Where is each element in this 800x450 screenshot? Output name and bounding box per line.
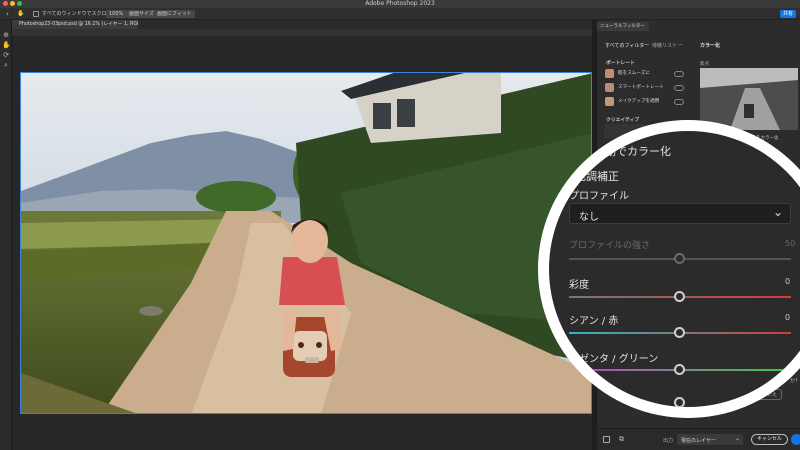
saturation-value: 0 bbox=[785, 277, 791, 286]
filter-toggle[interactable] bbox=[674, 85, 684, 91]
magenta-green-label: マゼンタ / グリーン bbox=[569, 354, 659, 365]
tab-neural-filters[interactable]: ニューラルフィルター bbox=[597, 22, 649, 31]
before-after-icon[interactable] bbox=[603, 436, 610, 443]
filter-item-smooth-skin[interactable]: 肌をスムーズに bbox=[604, 67, 686, 80]
hand-tool-icon[interactable]: ✋ bbox=[17, 10, 24, 18]
layers-icon[interactable]: ⧉ bbox=[619, 435, 624, 444]
profile-value: なし bbox=[579, 212, 599, 223]
app-title: Adobe Photoshop 2023 bbox=[365, 0, 435, 7]
section-color-adjust: 色調補正 bbox=[575, 170, 619, 183]
scroll-all-checkbox[interactable] bbox=[33, 11, 39, 17]
filter-item-makeup[interactable]: メイクアップを適用 bbox=[604, 95, 686, 108]
section-portrait: ポートレート bbox=[606, 61, 635, 66]
profile-strength-value: 50 bbox=[785, 239, 796, 248]
zoom-100-button[interactable]: 100% bbox=[106, 10, 127, 18]
colorize-title: カラー化 bbox=[700, 43, 721, 49]
preview-label: 焦点 bbox=[700, 62, 709, 67]
smooth-skin-thumb bbox=[605, 69, 614, 78]
magenta-green-knob[interactable] bbox=[674, 364, 685, 375]
title-bar: Adobe Photoshop 2023 bbox=[0, 0, 800, 8]
output-select[interactable]: 現在のレイヤー ⌄ bbox=[677, 434, 743, 445]
auto-colorize-text: を自動でカラー化 bbox=[583, 145, 671, 158]
home-icon[interactable]: ‹ bbox=[6, 10, 9, 18]
filter-toggle[interactable] bbox=[674, 99, 684, 105]
section-collapse-icon[interactable]: ⌄ bbox=[557, 171, 565, 182]
ok-button[interactable] bbox=[791, 434, 800, 445]
tab-all-filters[interactable]: すべてのフィルター bbox=[605, 42, 649, 49]
zoom-tool-icon[interactable]: ⌕ bbox=[2, 61, 10, 69]
hand-tool-icon[interactable]: ✋ bbox=[2, 41, 11, 49]
preview-thumbnail[interactable] bbox=[700, 68, 798, 130]
fill-screen-button[interactable]: 画面にフィット bbox=[154, 10, 195, 18]
cyan-red-label: シアン / 赤 bbox=[569, 316, 619, 327]
preview-image bbox=[700, 68, 798, 130]
document-tab[interactable]: Photoshop23-03psd.psd @ 16.1% (レイヤー 1, R… bbox=[12, 20, 138, 29]
smart-portrait-thumb bbox=[605, 83, 614, 92]
makeup-thumb bbox=[605, 97, 614, 106]
rotate-view-icon[interactable]: ⟳ bbox=[2, 51, 10, 59]
cancel-button[interactable]: キャンセル bbox=[751, 434, 789, 445]
move-tool-icon[interactable]: ⊕ bbox=[2, 31, 10, 39]
horizontal-ruler bbox=[12, 29, 592, 37]
filter-toggle[interactable] bbox=[674, 71, 684, 77]
fit-screen-button[interactable]: 画面サイズ bbox=[126, 10, 157, 18]
saturation-knob[interactable] bbox=[674, 291, 685, 302]
cyan-red-value: 0 bbox=[785, 313, 791, 322]
tab-waitlist[interactable]: 待機リスト bbox=[652, 42, 677, 49]
next-slider-knob[interactable] bbox=[674, 397, 685, 407]
filter-item-label: スマートポートレート bbox=[618, 85, 664, 90]
filter-item-smart-portrait[interactable]: スマートポートレート bbox=[604, 81, 686, 94]
document-image[interactable] bbox=[20, 72, 592, 414]
document-tab-bar: Photoshop23-03psd.psd @ 16.1% (レイヤー 1, R… bbox=[12, 20, 592, 29]
profile-label: プロファイル bbox=[569, 191, 629, 202]
saturation-label: 彩度 bbox=[569, 280, 589, 291]
profile-strength-knob[interactable] bbox=[674, 253, 685, 264]
photo-scene bbox=[21, 73, 591, 413]
filter-item-label: 肌をスムーズに bbox=[618, 71, 650, 76]
panel-bottom-bar: ⧉ 出力 現在のレイヤー ⌄ キャンセル bbox=[597, 428, 800, 450]
chevron-down-icon: ⌄ bbox=[773, 205, 784, 219]
filter-item-label: メイクアップを適用 bbox=[618, 99, 660, 104]
chevron-down-icon: ⌄ bbox=[735, 435, 741, 442]
tool-bar: ⊕ ✋ ⟳ ⌕ bbox=[0, 20, 12, 450]
share-button[interactable]: 共有 bbox=[780, 10, 796, 18]
cyan-red-knob[interactable] bbox=[674, 327, 685, 338]
profile-select[interactable]: なし ⌄ bbox=[569, 203, 791, 224]
options-bar: ‹ ✋ すべてのウィンドウでスクロール 100% 画面サイズ 画面にフィット 共… bbox=[0, 8, 800, 20]
profile-strength-label: プロファイルの強さ bbox=[569, 241, 651, 251]
section-creative: クリエイティブ bbox=[606, 118, 640, 123]
faded-question-text: か? bbox=[790, 378, 798, 384]
output-label: 出力 bbox=[663, 438, 674, 444]
more-tabs-icon[interactable]: ー bbox=[678, 42, 683, 49]
output-value: 現在のレイヤー bbox=[681, 438, 716, 444]
